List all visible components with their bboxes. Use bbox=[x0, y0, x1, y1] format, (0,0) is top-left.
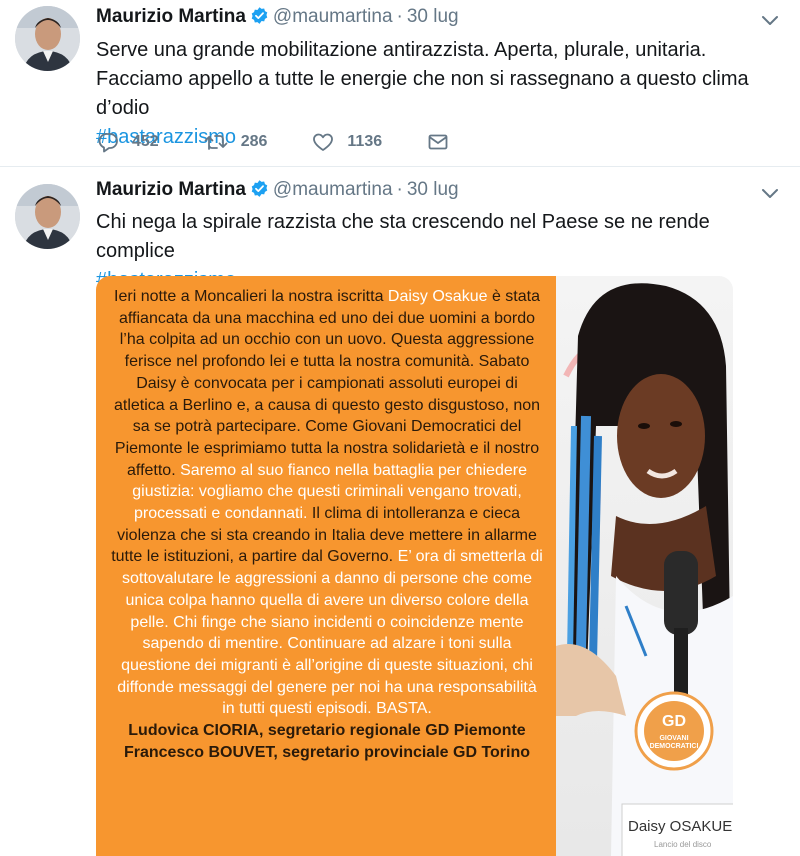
tweet-media-image[interactable]: Ieri notte a Moncalieri la nostra iscrit… bbox=[96, 276, 733, 856]
verified-icon bbox=[250, 179, 269, 204]
statement-segment: è stata affiancata da una macchina ed un… bbox=[113, 288, 541, 479]
retweet-icon bbox=[203, 130, 229, 154]
like-count: 1136 bbox=[347, 133, 383, 150]
author-name[interactable]: Maurizio Martina bbox=[96, 6, 246, 27]
statement-highlight: Daisy Osakue bbox=[387, 288, 488, 305]
like-icon bbox=[311, 130, 335, 154]
verified-icon bbox=[250, 6, 269, 31]
statement-highlight: E’ ora di smetterla di bbox=[397, 548, 543, 566]
name-card-subtitle: Lancio del disco bbox=[654, 840, 712, 849]
tweet-header: Maurizio Martina @maumartina · 30 lug bbox=[96, 6, 459, 32]
tweet-actions: 452 286 1136 bbox=[96, 128, 494, 156]
caret-down-icon[interactable] bbox=[758, 8, 782, 32]
statement-segment: Ieri notte a Moncalieri la nostra iscrit… bbox=[114, 288, 388, 305]
retweet-count: 286 bbox=[240, 133, 268, 150]
author-handle[interactable]: @maumartina bbox=[273, 6, 393, 27]
tweet[interactable]: Maurizio Martina @maumartina · 30 lug Chi n… bbox=[0, 168, 800, 856]
author-name[interactable]: Maurizio Martina bbox=[96, 179, 246, 200]
avatar[interactable] bbox=[15, 6, 80, 71]
reply-button[interactable]: 452 bbox=[96, 130, 159, 154]
logo-line: DEMOCRATICI bbox=[650, 743, 699, 750]
separator-dot: · bbox=[396, 179, 403, 200]
caret-down-icon[interactable] bbox=[758, 181, 782, 205]
author-handle[interactable]: @maumartina bbox=[273, 179, 393, 200]
logo-gd: GD bbox=[662, 713, 686, 730]
separator-dot: · bbox=[396, 6, 403, 27]
avatar[interactable] bbox=[15, 184, 80, 249]
logo-line: GIOVANI bbox=[659, 735, 688, 742]
tweet-body: Chi nega la spirale razzista che sta cre… bbox=[96, 211, 710, 262]
athlete-photo: GD GIOVANI DEMOCRATICI Daisy OSAKUE Lanc… bbox=[556, 276, 733, 856]
name-card-text: Daisy OSAKUE bbox=[628, 818, 732, 835]
tweet-timestamp[interactable]: 30 lug bbox=[407, 179, 459, 200]
direct-message-icon bbox=[426, 130, 450, 154]
tweet[interactable]: Maurizio Martina @maumartina · 30 lug Serve… bbox=[0, 0, 800, 167]
direct-message-button[interactable] bbox=[426, 130, 450, 154]
statement-panel: Ieri notte a Moncalieri la nostra iscrit… bbox=[96, 276, 556, 856]
statement-text: Ieri notte a Moncalieri la nostra iscrit… bbox=[110, 286, 544, 763]
tweet-timestamp[interactable]: 30 lug bbox=[407, 6, 459, 27]
tweet-header: Maurizio Martina @maumartina · 30 lug bbox=[96, 179, 459, 205]
signature-line: Francesco BOUVET, segretario provinciale… bbox=[123, 743, 531, 761]
like-button[interactable]: 1136 bbox=[311, 130, 382, 154]
signature-line: Ludovica CIORIA, segretario regionale GD… bbox=[128, 722, 526, 740]
statement-highlight: Chi finge che siano incidenti o coincide… bbox=[117, 613, 537, 718]
reply-icon bbox=[96, 130, 120, 154]
tweet-body: Serve una grande mobilitazione antirazzi… bbox=[96, 39, 749, 119]
retweet-button[interactable]: 286 bbox=[203, 130, 268, 154]
reply-count: 452 bbox=[132, 133, 159, 150]
